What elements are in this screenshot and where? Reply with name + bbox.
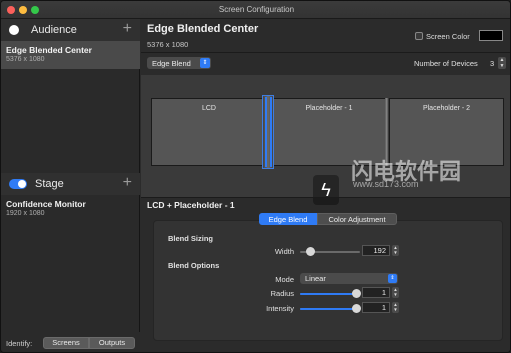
tab-edge-blend[interactable]: Edge Blend	[259, 213, 317, 225]
screen-lcd[interactable]: LCD	[151, 98, 267, 166]
lightning-logo-icon: ϟ	[313, 175, 339, 205]
stage-label: Stage	[35, 178, 64, 190]
slider-knob[interactable]	[352, 304, 361, 313]
slider-knob[interactable]	[306, 247, 315, 256]
tab-color-adjustment[interactable]: Color Adjustment	[317, 213, 397, 225]
stage-toggle[interactable]	[9, 179, 27, 189]
main-panel: Edge Blended Center 5376 x 1080 Screen C…	[141, 19, 510, 352]
slider-fill	[300, 293, 356, 295]
radius-slider[interactable]	[300, 289, 361, 298]
blend-region-selected[interactable]	[262, 95, 274, 169]
watermark-url: www.sd173.com	[353, 179, 419, 189]
identify-label: Identify:	[6, 339, 33, 348]
divider	[141, 52, 510, 53]
number-of-devices-stepper[interactable]: ▲ ▼	[498, 57, 506, 69]
blend-edge-right[interactable]	[270, 97, 272, 167]
audience-section-header: Audience +	[1, 19, 140, 41]
number-of-devices-label: Number of Devices	[414, 59, 478, 68]
title-bar: Screen Configuration	[1, 1, 510, 19]
mode-label: Mode	[275, 275, 294, 284]
radius-label: Radius	[270, 289, 294, 298]
audience-label: Audience	[31, 24, 77, 36]
updown-chevron-icon: ⇕	[388, 274, 397, 283]
device-name: Edge Blended Center	[6, 45, 92, 55]
settings-panel: Blend Sizing Width 192 ▲ ▼ Blend Options …	[153, 220, 503, 341]
slider-knob[interactable]	[352, 289, 361, 298]
intensity-slider[interactable]	[300, 304, 361, 313]
identify-outputs-button[interactable]: Outputs	[89, 337, 135, 349]
blend-edge-left[interactable]	[265, 97, 267, 167]
identify-screens-button[interactable]: Screens	[43, 337, 89, 349]
mode-select[interactable]: Edge Blend ⇕	[147, 57, 211, 69]
blend-pair-title: LCD + Placeholder - 1	[147, 200, 235, 210]
screen-configuration-window: Screen Configuration Audience + Edge Ble…	[0, 0, 511, 353]
identify-bar: Identify: Screens Outputs	[1, 332, 140, 352]
divider	[141, 197, 510, 198]
blend-mode-value: Linear	[305, 274, 326, 283]
blend-mode-select[interactable]: Linear ⇕	[300, 273, 398, 284]
add-stage-screen-button[interactable]: +	[123, 174, 132, 192]
sidebar: Audience + Edge Blended Center 5376 x 10…	[1, 19, 140, 352]
device-name: Confidence Monitor	[6, 199, 86, 209]
width-label: Width	[274, 247, 294, 256]
intensity-field[interactable]: 1	[362, 302, 390, 313]
page-resolution: 5376 x 1080	[147, 40, 189, 49]
radius-stepper[interactable]: ▲ ▼	[392, 287, 399, 298]
add-audience-screen-button[interactable]: +	[123, 20, 132, 38]
device-resolution: 1920 x 1080	[6, 210, 45, 217]
blend-sizing-heading: Blend Sizing	[168, 234, 213, 243]
width-field[interactable]: 192	[362, 245, 390, 256]
audience-toggle[interactable]	[9, 25, 19, 35]
radius-field[interactable]: 1	[362, 287, 390, 298]
window-title: Screen Configuration	[218, 5, 295, 14]
screen-name: LCD	[201, 105, 216, 112]
device-resolution: 5376 x 1080	[6, 56, 45, 63]
intensity-label: Intensity	[266, 304, 294, 313]
number-of-devices-value: 3	[490, 59, 495, 68]
audience-device-item[interactable]: Edge Blended Center 5376 x 1080	[1, 41, 140, 69]
blend-options-heading: Blend Options	[168, 261, 220, 270]
width-slider[interactable]	[300, 247, 360, 256]
screen-color-checkbox[interactable]	[415, 32, 423, 40]
mode-value: Edge Blend	[152, 59, 191, 68]
slider-fill	[300, 308, 356, 310]
screen-color-swatch[interactable]	[479, 30, 503, 41]
screen-name: Placeholder - 1	[305, 105, 353, 112]
width-stepper[interactable]: ▲ ▼	[392, 245, 399, 256]
page-title: Edge Blended Center	[147, 23, 259, 35]
screen-color-label: Screen Color	[426, 32, 470, 41]
stage-device-item[interactable]: Confidence Monitor 1920 x 1080	[1, 195, 140, 223]
updown-chevron-icon: ⇕	[200, 58, 210, 68]
intensity-stepper[interactable]: ▲ ▼	[392, 302, 399, 313]
screen-name: Placeholder - 2	[422, 105, 471, 112]
stage-section-header: Stage +	[1, 173, 140, 195]
